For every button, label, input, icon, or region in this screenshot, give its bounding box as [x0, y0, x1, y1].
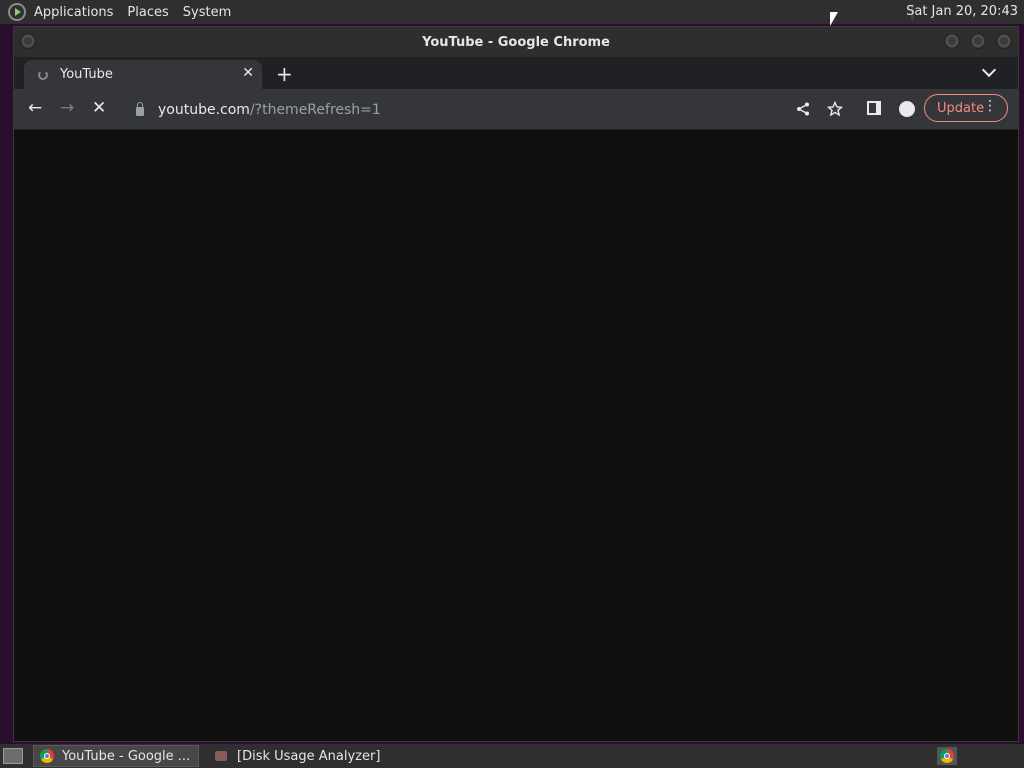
loading-favicon-icon — [38, 69, 48, 80]
tab-label: YouTube — [60, 67, 113, 82]
url-path: /?themeRefresh=1 — [249, 101, 381, 118]
tab-strip: YouTube ✕ + — [14, 57, 1018, 89]
new-tab-button[interactable]: + — [276, 62, 293, 86]
show-desktop-button[interactable] — [3, 748, 23, 764]
url-host: youtube.com — [158, 101, 250, 118]
chrome-window: YouTube - Google Chrome YouTube ✕ + ← → … — [13, 26, 1019, 742]
taskbar-item-chrome[interactable]: YouTube - Google ... — [33, 745, 199, 767]
taskbar-item-label: [Disk Usage Analyzer] — [237, 748, 381, 764]
chrome-menu-icon[interactable]: ⋮ — [983, 99, 997, 113]
chrome-icon — [40, 749, 54, 763]
top-panel: Applications Places System Sat Jan 20, 2… — [0, 0, 1024, 24]
share-icon[interactable] — [796, 102, 810, 116]
clock[interactable]: Sat Jan 20, 20:43 — [906, 4, 1018, 19]
tab-close-button[interactable]: ✕ — [242, 65, 254, 81]
close-window-button[interactable] — [996, 33, 1012, 49]
maximize-button[interactable] — [970, 33, 986, 49]
back-button[interactable]: ← — [28, 100, 42, 117]
taskbar-item-disk-usage[interactable]: [Disk Usage Analyzer] — [209, 745, 386, 767]
tab-search-chevron-icon[interactable] — [981, 62, 997, 78]
address-bar[interactable]: youtube.com /?themeRefresh=1 — [124, 94, 884, 125]
window-titlebar[interactable]: YouTube - Google Chrome — [14, 27, 1018, 57]
forward-button[interactable]: → — [60, 100, 74, 117]
update-label: Update — [937, 100, 985, 116]
tray-chrome[interactable] — [937, 747, 957, 765]
tab-youtube[interactable]: YouTube ✕ — [24, 60, 262, 89]
profile-avatar-icon[interactable] — [899, 101, 915, 117]
bookmark-star-icon[interactable] — [827, 101, 843, 117]
menu-applications[interactable]: Applications — [34, 5, 113, 20]
menu-places[interactable]: Places — [127, 5, 168, 20]
page-content-area[interactable] — [14, 131, 1018, 741]
stop-loading-button[interactable]: ✕ — [92, 100, 106, 117]
window-menu-button[interactable] — [20, 33, 36, 49]
side-panel-icon[interactable] — [867, 101, 881, 115]
lock-icon[interactable] — [136, 102, 144, 116]
update-button[interactable]: Update ⋮ — [924, 94, 1008, 122]
window-title: YouTube - Google Chrome — [422, 34, 610, 50]
minimize-button[interactable] — [944, 33, 960, 49]
disk-usage-analyzer-icon — [215, 751, 227, 761]
menu-system[interactable]: System — [183, 5, 231, 20]
distro-logo-icon[interactable] — [8, 3, 26, 21]
mouse-cursor-icon — [830, 12, 838, 26]
bottom-taskbar: YouTube - Google ... [Disk Usage Analyze… — [0, 744, 1024, 768]
chrome-icon — [940, 749, 954, 763]
taskbar-item-label: YouTube - Google ... — [62, 748, 191, 764]
browser-toolbar: ← → ✕ youtube.com /?themeRefresh=1 Updat… — [14, 89, 1018, 130]
